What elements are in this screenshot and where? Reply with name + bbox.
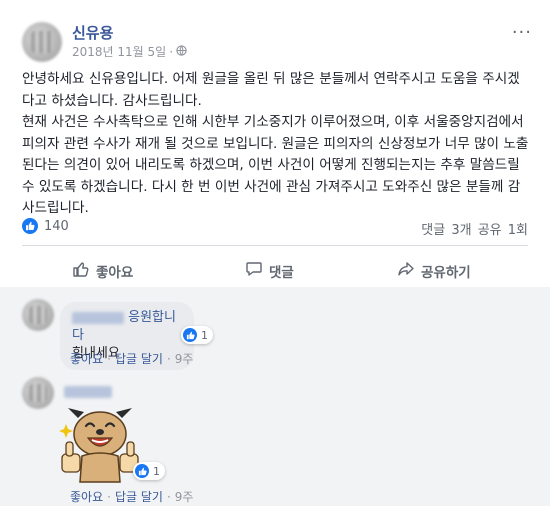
comment-like-link[interactable]: 좋아요 [70, 352, 103, 366]
thumbs-up-dog-sticker [58, 404, 142, 488]
share-label: 공유하기 [421, 265, 471, 281]
post-meta: 2018년 11월 5일 · [72, 43, 187, 60]
thumbs-up-icon [72, 260, 90, 282]
comment-actions: 좋아요 · 답글 달기 · 9주 [70, 490, 194, 504]
post-date[interactable]: 2018년 11월 5일 [72, 43, 166, 60]
author-name[interactable]: 신유용 [72, 22, 113, 43]
comment-reply-link[interactable]: 답글 달기 [115, 490, 163, 504]
reaction-summary[interactable]: 140 [22, 218, 69, 234]
comment-like-count[interactable]: 1 [133, 462, 165, 480]
speech-bubble-icon [245, 260, 263, 282]
facebook-post-card: 신유용 2018년 11월 5일 · ··· 안녕하세요 신유용입니다. 어제 … [0, 0, 550, 506]
divider [22, 245, 528, 246]
post-stats: 댓글 3개 공유 1회 [421, 219, 528, 238]
post-paragraph-1: 안녕하세요 신유용입니다. 어제 원글을 올린 뒤 많은 분들께서 연락주시고 … [22, 71, 520, 109]
commenter-name[interactable] [64, 386, 112, 398]
author-avatar[interactable] [22, 22, 62, 62]
commenter-avatar[interactable] [22, 299, 54, 331]
comment-like-link[interactable]: 좋아요 [70, 490, 103, 504]
comment-button[interactable]: 댓글 [245, 260, 294, 282]
comment-time[interactable]: 9주 [175, 352, 194, 366]
like-label: 좋아요 [96, 265, 134, 281]
comment-actions: 좋아요 · 답글 달기 · 9주 [70, 352, 194, 366]
comment-reply-link[interactable]: 답글 달기 [115, 352, 163, 366]
reaction-count: 140 [44, 218, 69, 234]
comment-label: 댓글 [269, 265, 294, 281]
like-button[interactable]: 좋아요 [72, 260, 133, 282]
post-paragraph-2: 현재 사건은 수사촉탁으로 인해 시한부 기소중지가 이루어졌으며, 이후 서울… [22, 114, 529, 216]
like-icon [135, 464, 149, 478]
comment-time[interactable]: 9주 [175, 490, 194, 504]
commenter-avatar[interactable] [22, 377, 54, 409]
share-count[interactable]: 공유 1회 [478, 223, 528, 238]
comment-count[interactable]: 댓글 3개 [421, 223, 471, 238]
like-icon [183, 328, 197, 342]
globe-icon [176, 44, 187, 59]
comment-like-count[interactable]: 1 [181, 326, 213, 344]
commenter-name[interactable] [72, 311, 124, 324]
like-icon [22, 218, 38, 234]
share-button[interactable]: 공유하기 [397, 260, 471, 282]
post-body: 안녕하세요 신유용입니다. 어제 원글을 올린 뒤 많은 분들께서 연락주시고 … [22, 69, 532, 220]
share-arrow-icon [397, 260, 415, 282]
more-options-icon[interactable]: ··· [512, 22, 532, 43]
